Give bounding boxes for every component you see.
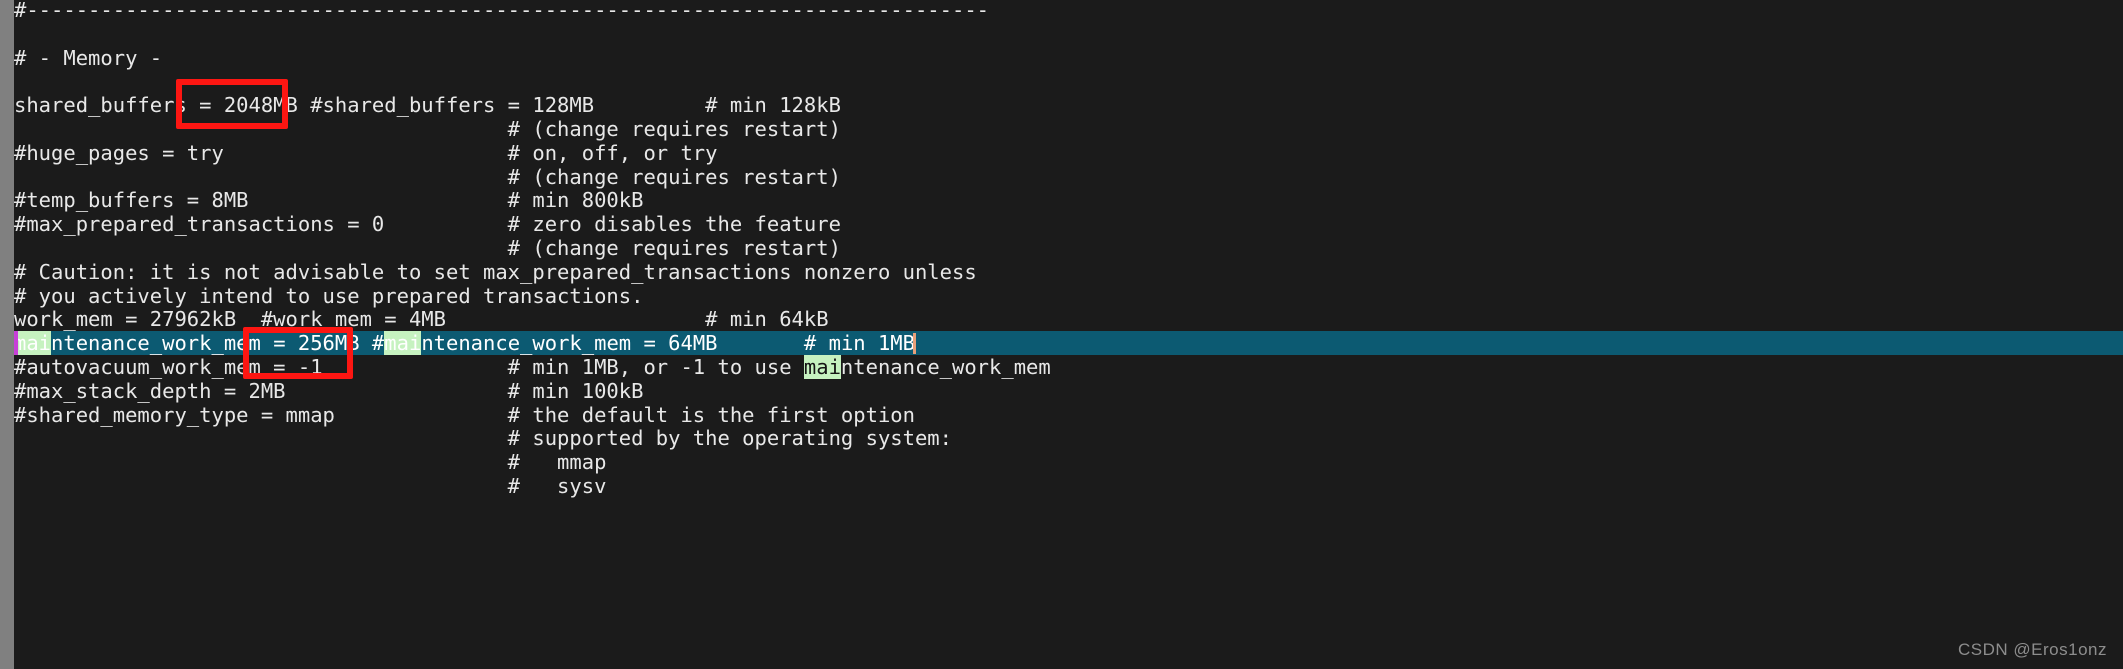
code-line[interactable]: # sysv <box>14 474 2123 498</box>
code-text: #---------------------------------------… <box>14 0 990 22</box>
line-number <box>0 69 14 93</box>
line-number <box>0 403 14 427</box>
code-text: #huge_pages = try # on, off, or try <box>14 140 718 165</box>
code-text: # supported by the operating system: <box>14 426 952 451</box>
text-cursor <box>913 333 917 355</box>
search-match: mai <box>803 355 841 379</box>
maintenance-work-mem-value-highlight <box>243 327 353 379</box>
line-number <box>0 474 14 498</box>
line-number <box>0 307 14 331</box>
code-text: #temp_buffers = 8MB # min 800kB <box>14 188 644 213</box>
code-text: shared_buffers = 2048MB #shared_buffers … <box>14 93 841 118</box>
line-number <box>0 379 14 403</box>
code-text: # (change requires restart) <box>14 236 841 260</box>
line-number <box>0 93 14 117</box>
line-number <box>0 450 14 474</box>
line-number <box>0 22 14 46</box>
line-number <box>0 236 14 260</box>
code-text: # - Memory - <box>14 45 163 70</box>
line-number <box>0 355 14 379</box>
code-line[interactable]: # you actively intend to use prepared tr… <box>14 284 2123 308</box>
code-line[interactable]: # (change requires restart) <box>14 165 2123 189</box>
code-line[interactable]: #temp_buffers = 8MB # min 800kB <box>14 188 2123 212</box>
code-text: # you actively intend to use prepared tr… <box>14 283 644 308</box>
line-number <box>0 141 14 165</box>
code-line[interactable]: # Caution: it is not advisable to set ma… <box>14 260 2123 284</box>
line-number <box>0 0 14 22</box>
watermark: CSDN @Eros1onz <box>1958 640 2107 659</box>
code-text: # (change requires restart) <box>14 117 841 141</box>
line-start-cursor-marker <box>14 331 18 356</box>
line-number <box>0 46 14 70</box>
shared-buffers-value-highlight <box>176 79 288 129</box>
code-line[interactable]: #max_prepared_transactions = 0 # zero di… <box>14 212 2123 236</box>
line-number <box>0 284 14 308</box>
line-number <box>0 212 14 236</box>
code-line[interactable]: # (change requires restart) <box>14 117 2123 141</box>
code-text: # Caution: it is not advisable to set ma… <box>14 259 977 284</box>
code-line[interactable] <box>14 22 2123 46</box>
code-text: ntenance_work_mem <box>840 355 1051 379</box>
code-line[interactable] <box>14 69 2123 93</box>
code-text: # sysv <box>14 474 607 498</box>
code-line[interactable]: # mmap <box>14 450 2123 474</box>
editor-screen: #---------------------------------------… <box>0 0 2123 669</box>
code-text: # (change requires restart) <box>14 164 841 189</box>
code-text: # mmap <box>14 450 607 475</box>
code-line[interactable]: # - Memory - <box>14 46 2123 70</box>
code-line[interactable]: #max_stack_depth = 2MB # min 100kB <box>14 379 2123 403</box>
search-match: mai <box>14 331 52 356</box>
code-line[interactable]: #huge_pages = try # on, off, or try <box>14 141 2123 165</box>
code-line[interactable]: #---------------------------------------… <box>14 0 2123 22</box>
line-number <box>0 188 14 212</box>
code-line[interactable]: shared_buffers = 2048MB #shared_buffers … <box>14 93 2123 117</box>
line-number <box>0 331 14 355</box>
search-match: mai <box>384 331 422 356</box>
line-number-gutter <box>0 0 14 669</box>
code-text: #shared_memory_type = mmap # the default… <box>14 402 915 427</box>
line-number <box>0 426 14 450</box>
line-number <box>0 165 14 189</box>
line-number <box>0 260 14 284</box>
code-text: work_mem = 27962kB #work_mem = 4MB # min… <box>14 307 829 332</box>
code-line[interactable]: # (change requires restart) <box>14 236 2123 260</box>
code-text: ntenance_work_mem = 64MB # min 1MB <box>421 331 915 356</box>
code-text: #max_stack_depth = 2MB # min 100kB <box>14 378 644 403</box>
line-number <box>0 117 14 141</box>
code-line[interactable]: #shared_memory_type = mmap # the default… <box>14 403 2123 427</box>
code-line[interactable]: # supported by the operating system: <box>14 426 2123 450</box>
code-text: #autovacuum_work_mem = -1 # min 1MB, or … <box>14 355 804 379</box>
code-text: #max_prepared_transactions = 0 # zero di… <box>14 212 841 237</box>
